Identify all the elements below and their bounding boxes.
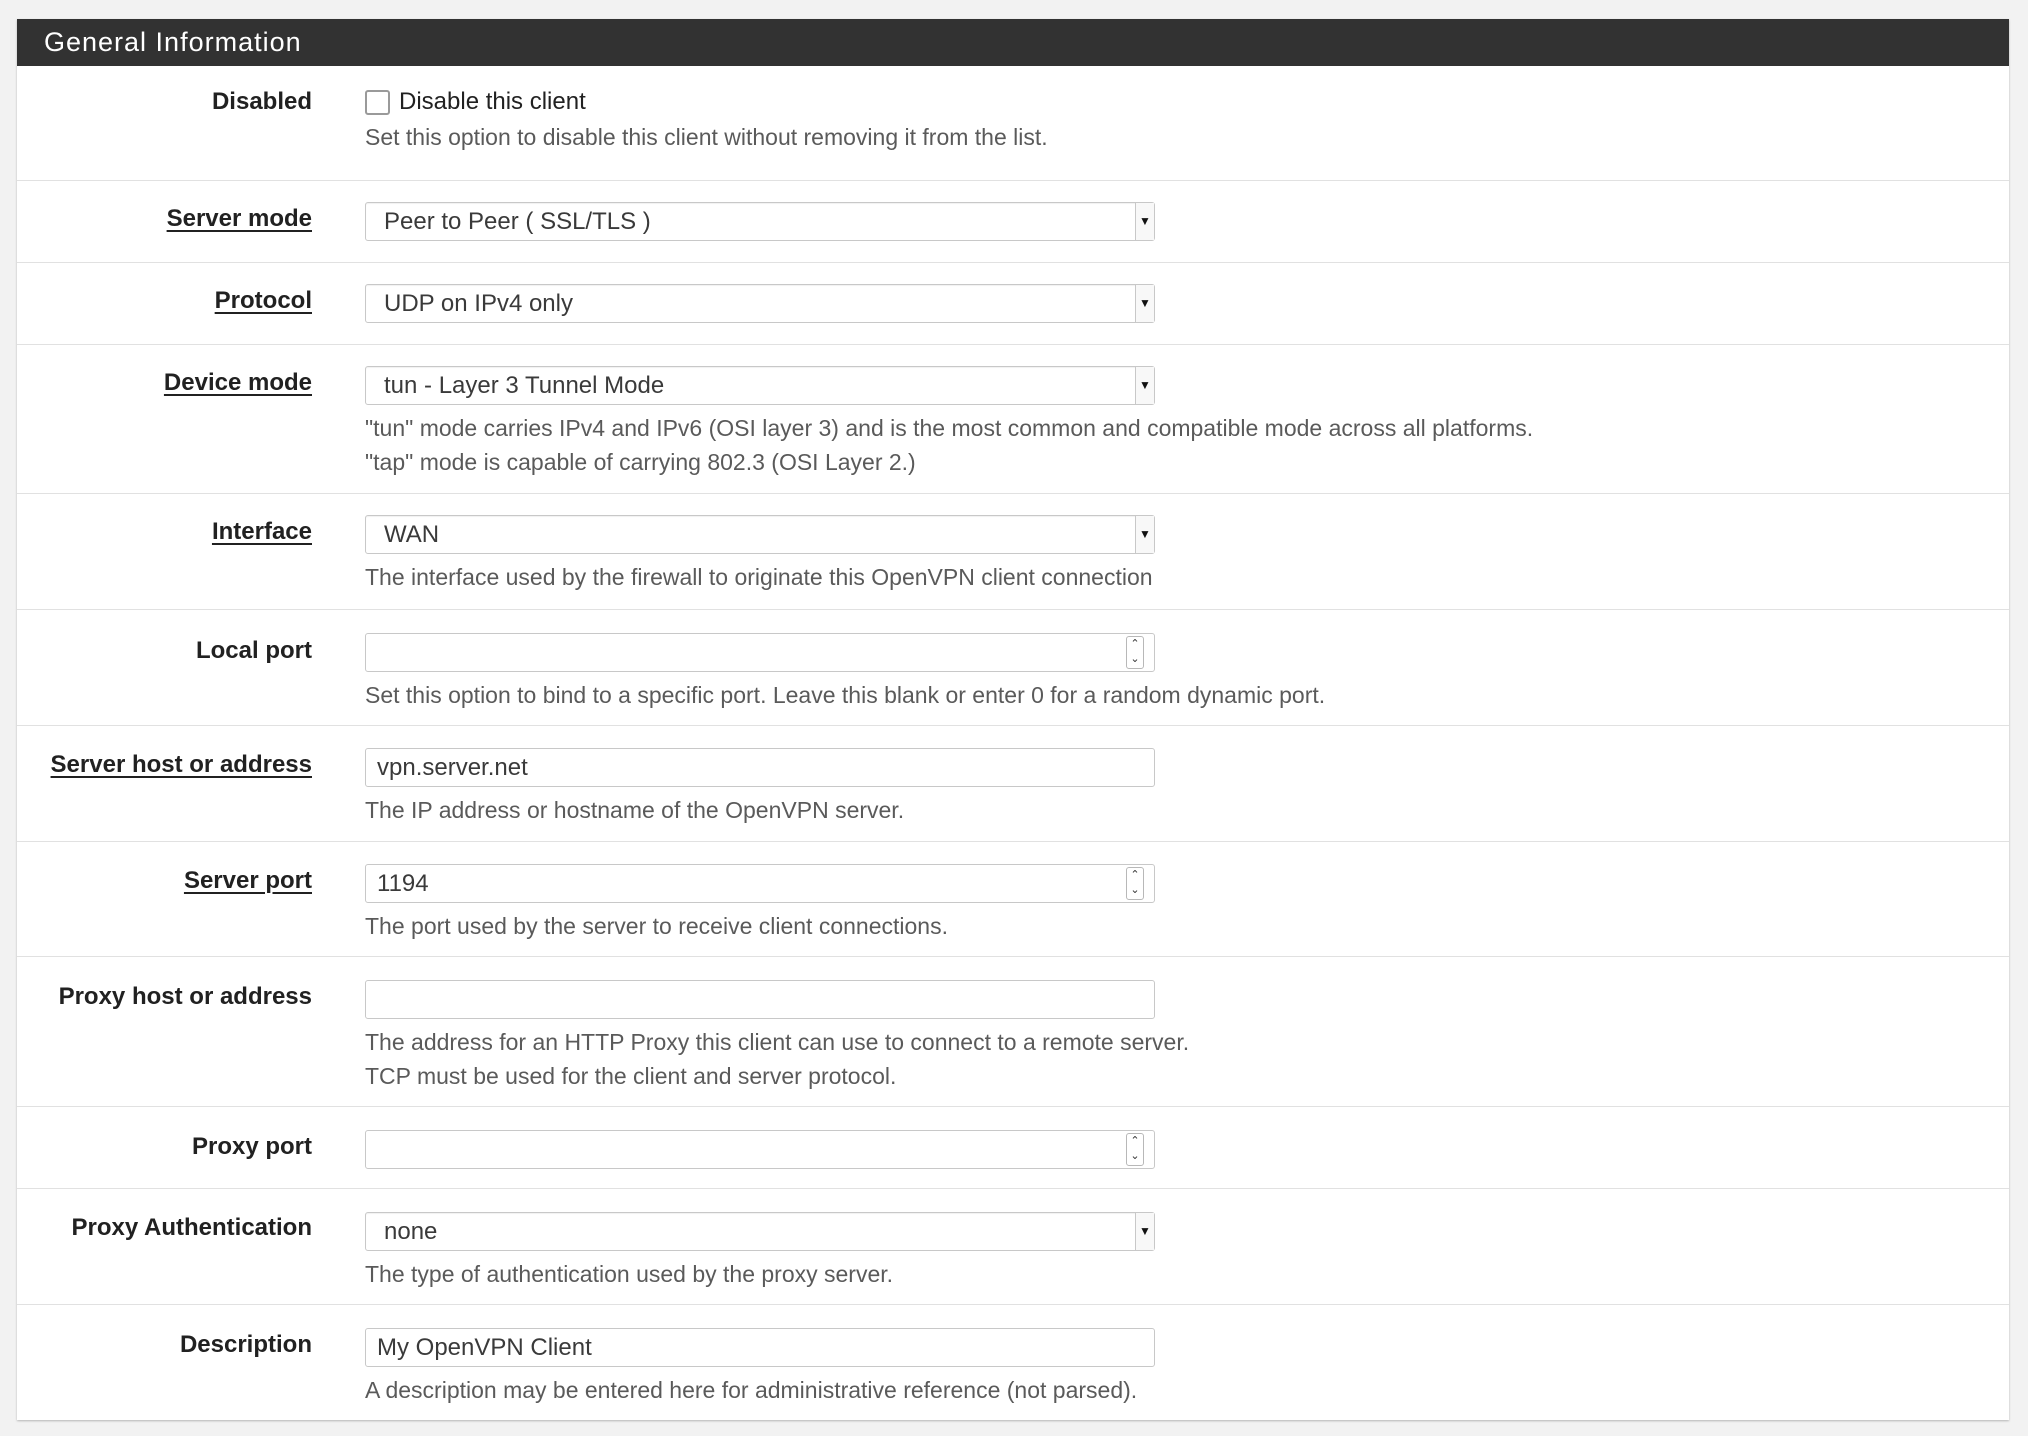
row-interface: Interface WAN ▼ The interface used by th… [17, 494, 2009, 610]
device-mode-value: tun - Layer 3 Tunnel Mode [384, 372, 665, 399]
port-spinner[interactable]: ⌃ ⌄ [1126, 636, 1144, 669]
server-host-help: The IP address or hostname of the OpenVP… [365, 797, 905, 823]
disabled-label: Disabled [17, 66, 312, 180]
row-server-port: Server port 1194 ⌃ ⌄ The port used by th… [17, 842, 2009, 957]
device-mode-label-text: Device mode [163, 369, 312, 396]
chevron-up-icon[interactable]: ⌃ [1127, 868, 1143, 883]
server-port-label: Server port [17, 842, 312, 956]
chevron-up-icon[interactable]: ⌃ [1127, 637, 1143, 652]
device-mode-help-tun: "tun" mode carries IPv4 and IPv6 (OSI la… [365, 415, 1534, 441]
proxy-auth-label-text: Proxy Authentication [71, 1214, 312, 1241]
interface-help: The interface used by the firewall to or… [365, 564, 1153, 590]
device-mode-field: tun - Layer 3 Tunnel Mode ▼ "tun" mode c… [312, 345, 2009, 493]
description-label-text: Description [179, 1331, 312, 1358]
row-server-host: Server host or address vpn.server.net Th… [17, 726, 2009, 842]
chevron-down-icon[interactable]: ▼ [1135, 516, 1154, 553]
proxy-host-help-1: The address for an HTTP Proxy this clien… [365, 1029, 1190, 1055]
proxy-auth-help: The type of authentication used by the p… [365, 1261, 894, 1287]
disabled-label-text: Disabled [211, 88, 312, 115]
server-mode-select[interactable]: Peer to Peer ( SSL/TLS ) ▼ [365, 202, 1155, 241]
chevron-up-icon[interactable]: ⌃ [1127, 1134, 1143, 1149]
proxy-port-input[interactable]: ⌃ ⌄ [365, 1130, 1155, 1169]
row-disabled: Disabled Disable this client Set this op… [17, 66, 2009, 181]
protocol-value: UDP on IPv4 only [384, 290, 573, 317]
protocol-select[interactable]: UDP on IPv4 only ▼ [365, 284, 1155, 323]
row-description: Description My OpenVPN Client A descript… [17, 1305, 2009, 1420]
server-mode-label-text: Server mode [166, 205, 312, 232]
panel-title: General Information [17, 19, 2009, 66]
server-port-help: The port used by the server to receive c… [365, 913, 948, 939]
chevron-down-icon[interactable]: ▼ [1135, 285, 1154, 322]
disable-client-checkbox-line[interactable]: Disable this client [365, 82, 2009, 116]
chevron-down-icon[interactable]: ▼ [1135, 1213, 1154, 1250]
description-value: My OpenVPN Client [377, 1334, 592, 1361]
chevron-down-icon[interactable]: ⌄ [1127, 652, 1143, 667]
chevron-down-icon[interactable]: ▼ [1135, 367, 1154, 404]
proxy-auth-select[interactable]: none ▼ [365, 1212, 1155, 1251]
row-protocol: Protocol UDP on IPv4 only ▼ [17, 263, 2009, 345]
local-port-help: Set this option to bind to a specific po… [365, 682, 1326, 708]
server-host-value: vpn.server.net [377, 754, 528, 781]
server-host-label-text: Server host or address [50, 751, 312, 778]
port-spinner[interactable]: ⌃ ⌄ [1126, 867, 1144, 900]
server-port-label-text: Server port [183, 867, 312, 894]
description-help: A description may be entered here for ad… [365, 1377, 1138, 1403]
port-spinner[interactable]: ⌃ ⌄ [1126, 1133, 1144, 1166]
description-input[interactable]: My OpenVPN Client [365, 1328, 1155, 1367]
protocol-field: UDP on IPv4 only ▼ [312, 263, 2009, 344]
chevron-down-icon[interactable]: ⌄ [1127, 1149, 1143, 1164]
interface-label: Interface [17, 494, 312, 609]
interface-field: WAN ▼ The interface used by the firewall… [312, 494, 2009, 609]
row-device-mode: Device mode tun - Layer 3 Tunnel Mode ▼ … [17, 345, 2009, 494]
proxy-port-label: Proxy port [17, 1107, 312, 1188]
proxy-host-field: The address for an HTTP Proxy this clien… [312, 957, 2009, 1106]
proxy-port-field: ⌃ ⌄ [312, 1107, 2009, 1188]
row-proxy-host: Proxy host or address The address for an… [17, 957, 2009, 1107]
row-proxy-port: Proxy port ⌃ ⌄ [17, 1107, 2009, 1189]
row-local-port: Local port ⌃ ⌄ Set this option to bind t… [17, 610, 2009, 726]
server-host-label: Server host or address [17, 726, 312, 841]
interface-label-text: Interface [211, 518, 312, 545]
proxy-host-input[interactable] [365, 980, 1155, 1019]
proxy-auth-field: none ▼ The type of authentication used b… [312, 1189, 2009, 1304]
device-mode-select[interactable]: tun - Layer 3 Tunnel Mode ▼ [365, 366, 1155, 405]
proxy-auth-label: Proxy Authentication [17, 1189, 312, 1304]
server-mode-value: Peer to Peer ( SSL/TLS ) [384, 208, 651, 235]
disabled-help: Set this option to disable this client w… [365, 124, 1048, 150]
disable-client-checkbox[interactable] [365, 89, 390, 115]
interface-select[interactable]: WAN ▼ [365, 515, 1155, 554]
row-server-mode: Server mode Peer to Peer ( SSL/TLS ) ▼ [17, 181, 2009, 263]
server-port-input[interactable]: 1194 ⌃ ⌄ [365, 864, 1155, 903]
disabled-field: Disable this client Set this option to d… [312, 66, 2009, 180]
disable-client-checkbox-label[interactable]: Disable this client [399, 88, 586, 116]
protocol-label-text: Protocol [214, 287, 312, 314]
server-host-field: vpn.server.net The IP address or hostnam… [312, 726, 2009, 841]
proxy-host-label-text: Proxy host or address [58, 983, 312, 1010]
general-information-panel: General Information Disabled Disable thi… [17, 19, 2009, 1420]
device-mode-label: Device mode [17, 345, 312, 493]
local-port-input[interactable]: ⌃ ⌄ [365, 633, 1155, 672]
description-field: My OpenVPN Client A description may be e… [312, 1305, 2009, 1420]
server-mode-label: Server mode [17, 181, 312, 262]
row-proxy-auth: Proxy Authentication none ▼ The type of … [17, 1189, 2009, 1305]
local-port-field: ⌃ ⌄ Set this option to bind to a specifi… [312, 610, 2009, 725]
server-port-value: 1194 [377, 870, 429, 897]
proxy-port-label-text: Proxy port [191, 1133, 312, 1160]
local-port-label-text: Local port [195, 637, 312, 664]
interface-value: WAN [384, 521, 440, 548]
protocol-label: Protocol [17, 263, 312, 344]
chevron-down-icon[interactable]: ⌄ [1127, 883, 1143, 898]
server-host-input[interactable]: vpn.server.net [365, 748, 1155, 787]
server-mode-field: Peer to Peer ( SSL/TLS ) ▼ [312, 181, 2009, 262]
server-port-field: 1194 ⌃ ⌄ The port used by the server to … [312, 842, 2009, 956]
proxy-auth-value: none [384, 1218, 438, 1245]
proxy-host-label: Proxy host or address [17, 957, 312, 1106]
local-port-label: Local port [17, 610, 312, 725]
chevron-down-icon[interactable]: ▼ [1135, 203, 1154, 240]
proxy-host-help-2: TCP must be used for the client and serv… [365, 1063, 897, 1089]
device-mode-help-tap: "tap" mode is capable of carrying 802.3 … [365, 449, 916, 475]
description-label: Description [17, 1305, 312, 1420]
